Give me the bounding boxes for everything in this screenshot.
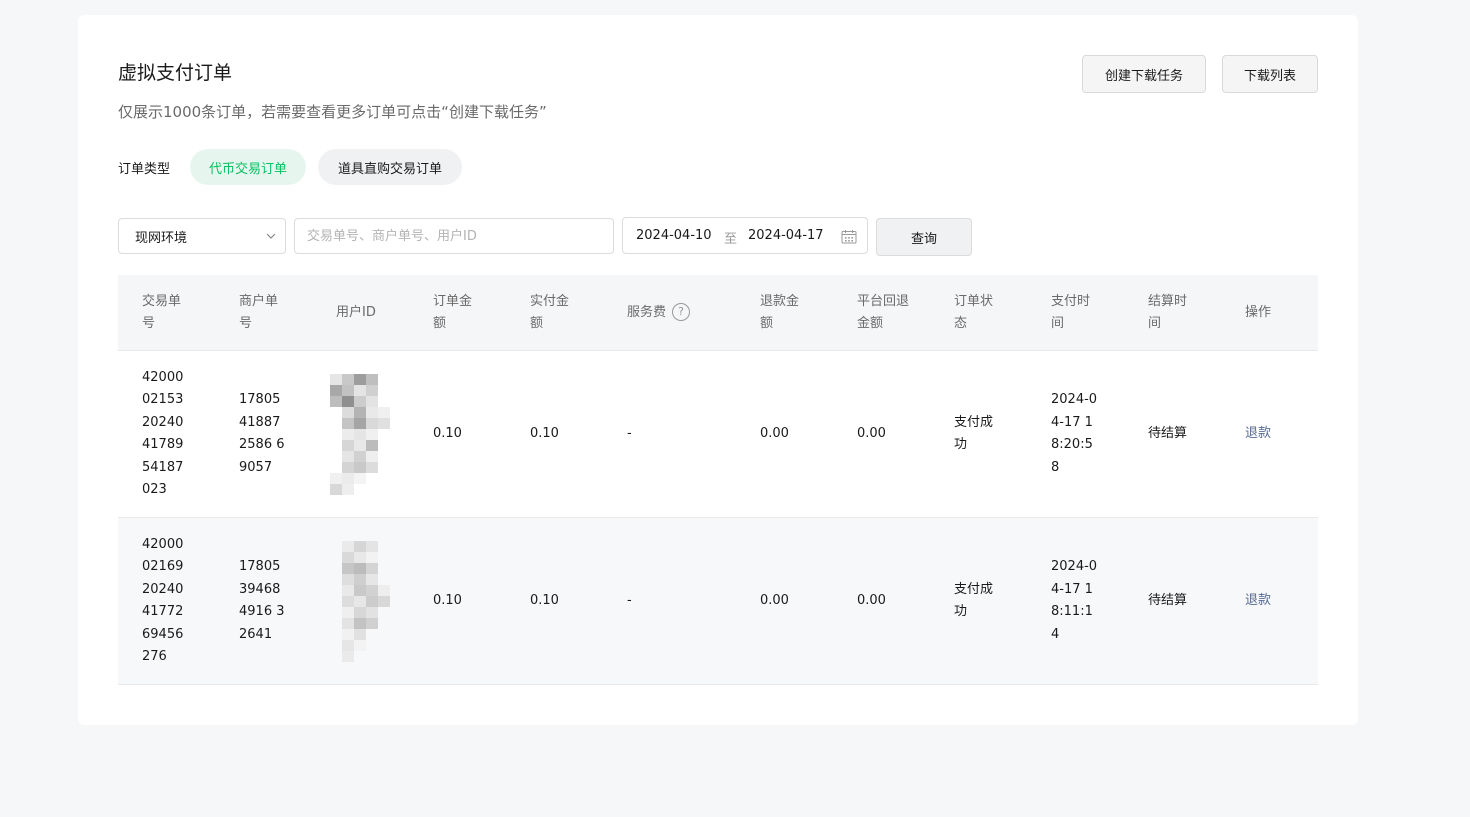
date-separator: 至 xyxy=(724,232,738,247)
calendar-icon[interactable] xyxy=(841,229,857,248)
environment-select-value: 现网环境 xyxy=(135,230,188,246)
date-end[interactable]: 2024-04-17 xyxy=(748,228,824,243)
col-status: 订单状态 xyxy=(930,275,1027,351)
merchant-no-cell: 17805394684916 32641 xyxy=(239,559,285,642)
col-paid-amount: 实付金额 xyxy=(506,275,603,351)
download-list-button[interactable]: 下载列表 xyxy=(1222,55,1318,93)
refund-link[interactable]: 退款 xyxy=(1245,593,1271,608)
order-amount-cell: 0.10 xyxy=(409,517,506,685)
col-merchant-no-label: 商户单号 xyxy=(239,293,279,331)
col-user-id-label: 用户ID xyxy=(336,304,376,320)
col-refund-amount-label: 退款金额 xyxy=(760,293,800,331)
col-user-id: 用户ID xyxy=(312,275,409,351)
order-type-token-tab[interactable]: 代币交易订单 xyxy=(190,149,306,185)
status-cell: 支付成功 xyxy=(954,414,994,453)
order-amount-cell: 0.10 xyxy=(409,350,506,518)
col-action: 操作 xyxy=(1221,275,1318,351)
col-settle-time: 结算时间 xyxy=(1124,275,1221,351)
trade-no-cell: 4200002153202404178954187023 xyxy=(142,369,184,498)
table-row: 4200002153202404178954187023 17805418872… xyxy=(118,350,1318,518)
settle-time-cell: 待结算 xyxy=(1124,517,1221,685)
refund-amount-cell: 0.00 xyxy=(736,517,833,685)
col-pay-time: 支付时间 xyxy=(1027,275,1124,351)
date-start[interactable]: 2024-04-10 xyxy=(636,228,712,243)
paid-amount-cell: 0.10 xyxy=(506,517,603,685)
col-service-fee: 服务费? xyxy=(603,275,736,351)
col-trade-no: 交易单号 xyxy=(118,275,215,351)
col-action-label: 操作 xyxy=(1245,304,1272,320)
service-fee-cell: - xyxy=(603,350,736,518)
status-cell: 支付成功 xyxy=(954,581,994,620)
col-trade-no-label: 交易单号 xyxy=(142,293,182,331)
page-title: 虚拟支付订单 xyxy=(118,62,233,84)
refund-link[interactable]: 退款 xyxy=(1245,426,1271,441)
user-id-cell xyxy=(312,350,409,518)
trade-no-cell: 4200002169202404177269456276 xyxy=(142,536,184,665)
col-platform-refund: 平台回退金额 xyxy=(833,275,930,351)
create-download-task-button[interactable]: 创建下载任务 xyxy=(1082,55,1206,93)
col-pay-time-label: 支付时间 xyxy=(1051,293,1091,331)
paid-amount-cell: 0.10 xyxy=(506,350,603,518)
settle-time-cell: 待结算 xyxy=(1124,350,1221,518)
col-platform-refund-label: 平台回退金额 xyxy=(857,293,910,331)
environment-select[interactable]: 现网环境 xyxy=(118,218,286,254)
col-merchant-no: 商户单号 xyxy=(215,275,312,351)
table-row: 4200002169202404177269456276 17805394684… xyxy=(118,517,1318,685)
pay-time-cell: 2024-04-17 18:20:58 xyxy=(1051,392,1098,475)
platform-refund-cell: 0.00 xyxy=(833,350,930,518)
page-subtitle: 仅展示1000条订单，若需要查看更多订单可点击“创建下载任务” xyxy=(118,103,547,121)
order-type-item-tab[interactable]: 道具直购交易订单 xyxy=(318,149,462,185)
col-status-label: 订单状态 xyxy=(954,293,994,331)
user-id-mosaic xyxy=(330,540,409,662)
refund-amount-cell: 0.00 xyxy=(736,350,833,518)
platform-refund-cell: 0.00 xyxy=(833,517,930,685)
col-paid-amount-label: 实付金额 xyxy=(530,293,570,331)
order-type-label: 订单类型 xyxy=(118,162,171,177)
col-service-fee-label: 服务费 xyxy=(627,304,667,320)
chevron-down-icon xyxy=(265,230,277,246)
service-fee-cell: - xyxy=(603,517,736,685)
orders-table: 交易单号 商户单号 用户ID 订单金额 实付金额 服务费? 退款金额 平台回退金… xyxy=(118,275,1318,685)
merchant-no-cell: 17805418872586 69057 xyxy=(239,392,285,475)
col-order-amount: 订单金额 xyxy=(409,275,506,351)
query-button[interactable]: 查询 xyxy=(876,218,972,256)
table-header-row: 交易单号 商户单号 用户ID 订单金额 实付金额 服务费? 退款金额 平台回退金… xyxy=(118,275,1318,351)
col-order-amount-label: 订单金额 xyxy=(433,293,473,331)
orders-card: 虚拟支付订单 仅展示1000条订单，若需要查看更多订单可点击“创建下载任务” 创… xyxy=(78,15,1358,725)
col-settle-time-label: 结算时间 xyxy=(1148,293,1188,331)
date-range-picker[interactable]: 2024-04-10 至 2024-04-17 xyxy=(622,217,868,254)
search-input[interactable] xyxy=(294,218,614,254)
user-id-mosaic xyxy=(330,373,409,495)
pay-time-cell: 2024-04-17 18:11:14 xyxy=(1051,559,1098,642)
user-id-cell xyxy=(312,517,409,685)
col-refund-amount: 退款金额 xyxy=(736,275,833,351)
help-icon[interactable]: ? xyxy=(672,303,691,321)
